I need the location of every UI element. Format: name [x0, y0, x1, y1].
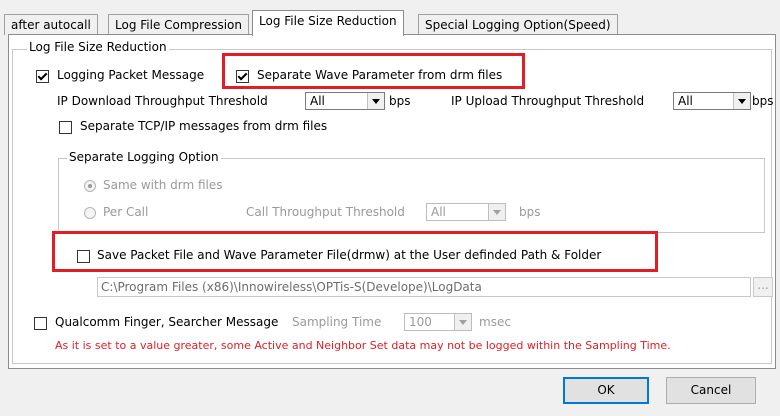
- sampling-time-value: 100: [409, 315, 432, 329]
- per-call-radio[interactable]: [84, 207, 96, 219]
- ok-button[interactable]: OK: [563, 377, 649, 404]
- chevron-down-icon[interactable]: [488, 204, 505, 220]
- call-throughput-combo[interactable]: All: [426, 203, 506, 221]
- sampling-time-unit: msec: [479, 315, 511, 329]
- tab-log-file-compression[interactable]: Log File Compression: [108, 14, 250, 35]
- sampling-warning-text: As it is set to a value greater, some Ac…: [55, 339, 671, 352]
- ip-download-unit: bps: [389, 94, 411, 108]
- browse-button[interactable]: ...: [753, 277, 773, 297]
- chevron-down-icon[interactable]: [454, 314, 471, 330]
- sampling-time-combo[interactable]: 100: [404, 313, 472, 331]
- ip-download-label: IP Download Throughput Threshold: [57, 94, 268, 108]
- highlight-box-save-packet: [52, 231, 658, 272]
- per-call-label: Per Call: [103, 205, 149, 219]
- separate-tcpip-checkbox[interactable]: [59, 121, 72, 134]
- logging-packet-checkbox[interactable]: [36, 70, 49, 83]
- same-with-drm-label: Same with drm files: [103, 178, 223, 192]
- ip-download-value: All: [310, 94, 325, 108]
- chevron-down-icon[interactable]: [367, 93, 384, 109]
- logging-packet-label: Logging Packet Message: [57, 68, 205, 82]
- sampling-time-label: Sampling Time: [292, 315, 382, 329]
- call-throughput-label: Call Throughput Threshold: [246, 205, 405, 219]
- chevron-down-icon[interactable]: [733, 93, 750, 109]
- separate-logging-option-group: [58, 158, 765, 233]
- separate-tcpip-label: Separate TCP/IP messages from drm files: [80, 119, 328, 133]
- tab-label: Log File Compression: [115, 18, 243, 32]
- tab-log-file-size-reduction[interactable]: Log File Size Reduction: [252, 10, 404, 36]
- ip-upload-label: IP Upload Throughput Threshold: [451, 94, 645, 108]
- ip-upload-value: All: [678, 94, 693, 108]
- cancel-button[interactable]: Cancel: [666, 377, 756, 404]
- separate-logging-option-title: Separate Logging Option: [67, 150, 221, 164]
- call-throughput-value: All: [431, 205, 446, 219]
- call-throughput-unit: bps: [519, 205, 541, 219]
- ip-upload-combo[interactable]: All: [673, 92, 751, 110]
- ip-download-combo[interactable]: All: [305, 92, 385, 110]
- tab-special-logging-option[interactable]: Special Logging Option(Speed): [418, 14, 618, 35]
- tab-after-autocall[interactable]: after autocall: [4, 14, 98, 35]
- highlight-box-separate-wave: [222, 53, 525, 89]
- qualcomm-checkbox[interactable]: [34, 317, 47, 330]
- tab-label: Special Logging Option(Speed): [425, 18, 611, 32]
- group-title: Log File Size Reduction: [27, 40, 169, 54]
- ip-upload-unit: bps: [752, 94, 774, 108]
- qualcomm-label: Qualcomm Finger, Searcher Message: [55, 315, 279, 329]
- tab-label: Log File Size Reduction: [259, 14, 397, 28]
- same-with-drm-radio[interactable]: [84, 180, 96, 192]
- tab-label: after autocall: [11, 18, 91, 32]
- log-path-input[interactable]: C:\Program Files (x86)\Innowireless\OPTi…: [97, 277, 751, 297]
